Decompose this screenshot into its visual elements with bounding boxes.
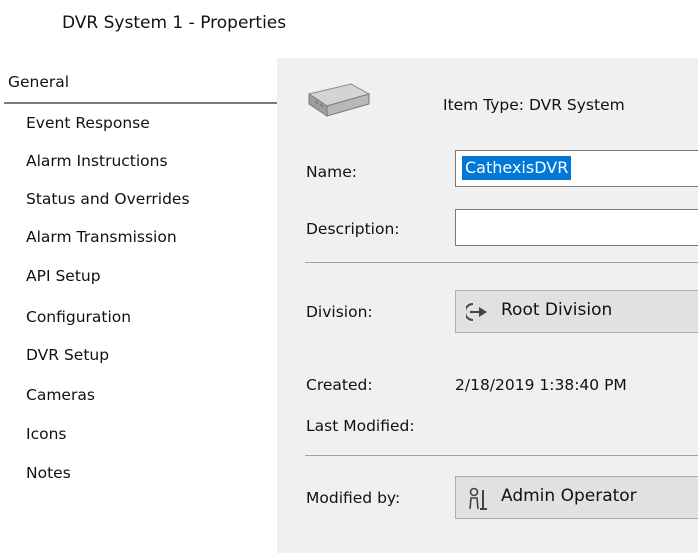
- sidebar-item-event-response[interactable]: Event Response: [26, 114, 150, 132]
- sidebar: General Event Response Alarm Instruction…: [0, 58, 277, 553]
- operator-icon: [469, 487, 487, 510]
- sidebar-item-icons[interactable]: Icons: [26, 425, 66, 443]
- sidebar-item-dvr-setup[interactable]: DVR Setup: [26, 346, 109, 364]
- modified-by-value: Admin Operator: [501, 486, 637, 506]
- sidebar-item-configuration[interactable]: Configuration: [26, 308, 131, 326]
- name-label: Name:: [306, 163, 357, 181]
- description-field[interactable]: [455, 209, 698, 246]
- window-title: DVR System 1 - Properties: [62, 13, 287, 33]
- dvr-device-icon: [307, 83, 371, 117]
- name-value: CathexisDVR: [462, 156, 572, 180]
- modified-by-label: Modified by:: [306, 489, 401, 507]
- division-label: Division:: [306, 303, 373, 321]
- sidebar-item-cameras[interactable]: Cameras: [26, 386, 95, 404]
- sidebar-item-api-setup[interactable]: API Setup: [26, 267, 101, 285]
- description-label: Description:: [306, 220, 400, 238]
- sidebar-item-notes[interactable]: Notes: [26, 464, 71, 482]
- separator: [305, 455, 698, 456]
- sidebar-item-alarm-instructions[interactable]: Alarm Instructions: [26, 152, 168, 170]
- sidebar-item-general[interactable]: General: [8, 73, 69, 91]
- name-field[interactable]: CathexisDVR: [455, 150, 698, 187]
- division-icon: [466, 303, 487, 321]
- modified-by-picker[interactable]: Admin Operator: [455, 476, 698, 519]
- sidebar-item-status-overrides[interactable]: Status and Overrides: [26, 190, 190, 208]
- separator: [305, 262, 698, 263]
- division-value: Root Division: [501, 300, 613, 320]
- sidebar-item-alarm-transmission[interactable]: Alarm Transmission: [26, 228, 177, 246]
- last-modified-label: Last Modified:: [306, 417, 415, 435]
- division-picker[interactable]: Root Division: [455, 290, 698, 333]
- item-type-text: Item Type: DVR System: [443, 96, 625, 114]
- created-label: Created:: [306, 376, 373, 394]
- created-value: 2/18/2019 1:38:40 PM: [455, 376, 627, 394]
